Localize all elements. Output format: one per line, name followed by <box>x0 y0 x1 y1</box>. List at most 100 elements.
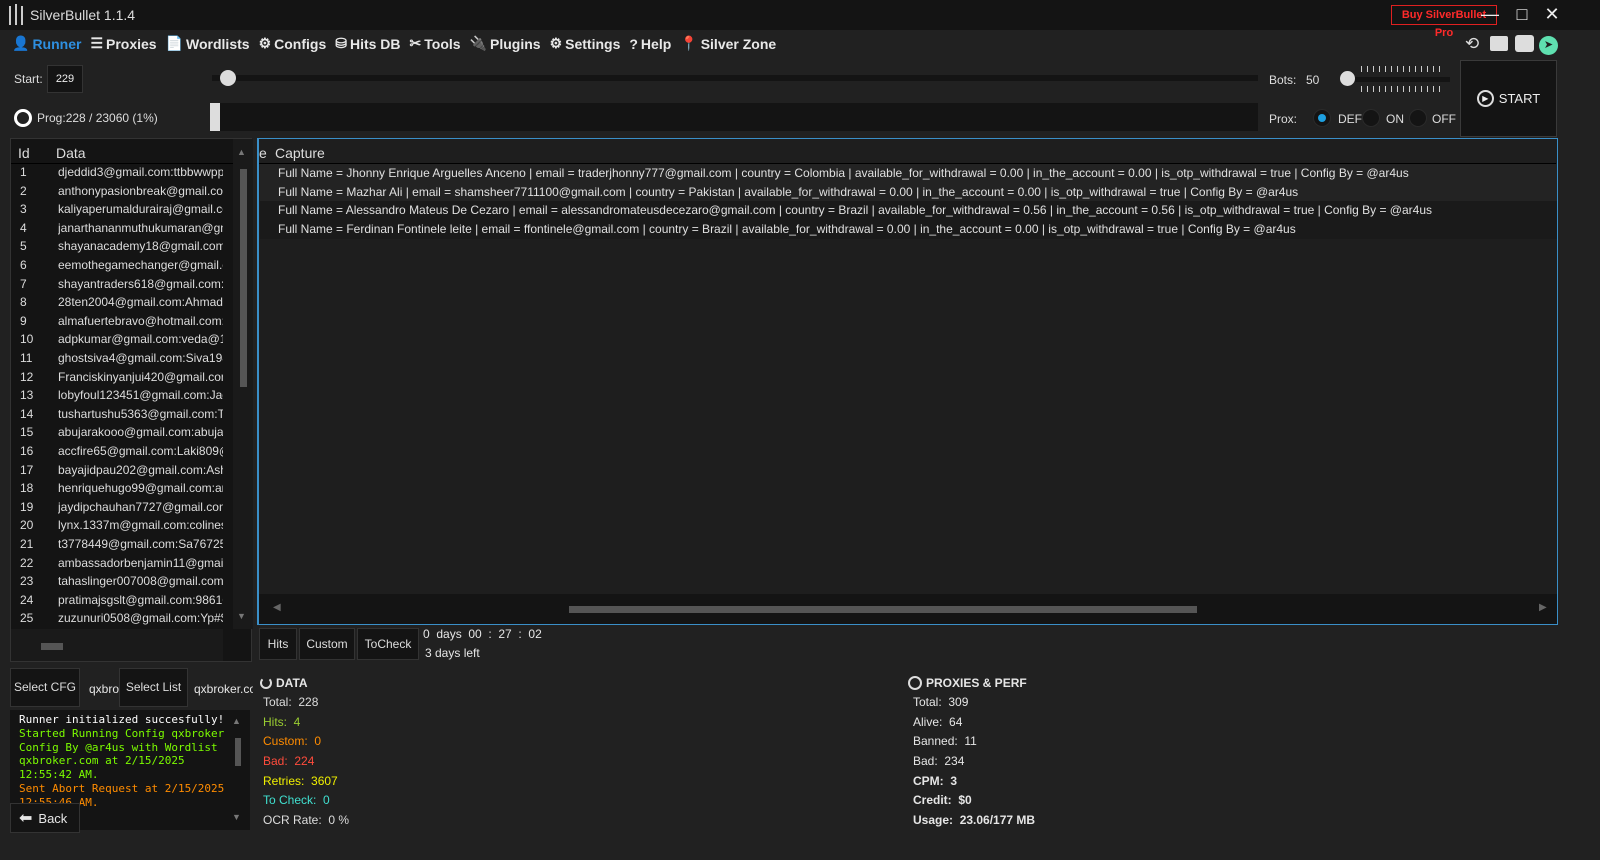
nav-tools[interactable]: ✂ Tools <box>410 35 461 52</box>
capture-row[interactable]: Full Name = Mazhar Ali | email = shamshe… <box>260 182 1557 202</box>
table-row[interactable]: 5 shayanacademy18@gmail.com: <box>11 239 223 258</box>
log-scroll-up[interactable]: ▲ <box>232 716 241 726</box>
row-id: 2 <box>20 183 27 198</box>
stat-label: Bad: <box>913 754 938 769</box>
table-row[interactable]: 8 28ten2004@gmail.com:Ahmad.7 <box>11 295 223 314</box>
table-row[interactable]: 11 ghostsiva4@gmail.com:Siva198 <box>11 351 223 370</box>
nav-label: Runner <box>32 35 82 52</box>
main-nav: 👤 Runner ☰ Proxies 📄 Wordlists ⚙ Configs ⛁ Hits D… <box>12 35 776 52</box>
row-id: 18 <box>20 481 34 496</box>
column-header-id[interactable]: Id <box>18 145 30 161</box>
bots-slider-thumb[interactable] <box>1340 71 1355 86</box>
stat-value: 309 <box>948 695 969 709</box>
table-row[interactable]: 20 lynx.1337m@gmail.com:colines <box>11 518 223 537</box>
log-scrollbar-thumb[interactable] <box>235 738 241 766</box>
table-row[interactable]: 7 shayantraders618@gmail.com:S <box>11 277 223 296</box>
select-cfg-button[interactable]: Select CFG <box>10 668 80 707</box>
table-row[interactable]: 1 djeddid3@gmail.com:ttbbwwpp <box>11 165 223 184</box>
table-row[interactable]: 16 accfire65@gmail.com:Laki809@ <box>11 444 223 463</box>
nav-configs[interactable]: ⚙ Configs <box>259 35 327 52</box>
nav-proxies[interactable]: ☰ Proxies <box>90 35 156 52</box>
tab-tocheck[interactable]: ToCheck <box>357 628 419 660</box>
log-scroll-down[interactable]: ▼ <box>232 812 241 822</box>
stat-value: 4 <box>293 714 301 729</box>
nav-silver-zone[interactable]: 📍 Silver Zone <box>680 35 776 52</box>
table-row[interactable]: 9 almafuertebravo@hotmail.com: <box>11 314 223 333</box>
table-row[interactable]: 12 Franciskinyanjui420@gmail.com <box>11 370 223 389</box>
row-id: 24 <box>20 592 34 607</box>
stat-label: Bad: <box>263 754 288 769</box>
minimize-icon[interactable]: — <box>1478 4 1502 25</box>
horizontal-scrollbar[interactable] <box>11 629 223 661</box>
tab-hits[interactable]: Hits <box>259 628 297 660</box>
start-slider[interactable] <box>212 75 1258 81</box>
camera-icon[interactable] <box>1490 36 1508 51</box>
prox-radio-on[interactable] <box>1362 109 1380 127</box>
start-button[interactable]: ▶ START <box>1460 60 1557 137</box>
bots-value: 50 <box>1306 73 1320 87</box>
nav-settings[interactable]: ⚙ Settings <box>550 35 621 52</box>
table-row[interactable]: 4 janarthananmuthukumaran@gm <box>11 221 223 240</box>
capture-row[interactable]: Full Name = Ferdinan Fontinele leite | e… <box>260 220 1557 239</box>
table-row[interactable]: 2 anthonypasionbreak@gmail.com <box>11 184 223 203</box>
table-row[interactable]: 23 tahaslinger007008@gmail.com: <box>11 574 223 593</box>
start-input[interactable]: 229 <box>47 65 83 93</box>
stat-label: Custom: <box>263 734 308 749</box>
proxies-section-title: PROXIES & PERF <box>926 676 1027 690</box>
row-id: 10 <box>20 332 34 347</box>
capture-row[interactable]: Full Name = Jhonny Enrique Arguelles Anc… <box>260 164 1557 183</box>
capture-row[interactable]: Full Name = Alessandro Mateus De Cezaro … <box>260 201 1557 220</box>
row-id: 23 <box>20 574 34 589</box>
row-data: ambassadorbenjamin11@gmail <box>58 555 223 570</box>
discord-icon[interactable] <box>1515 35 1534 52</box>
column-header-data[interactable]: Data <box>56 145 86 161</box>
telegram-icon[interactable]: ➤ <box>1539 36 1558 55</box>
stat-value: 3 <box>950 773 958 788</box>
bots-slider[interactable] <box>1354 77 1450 82</box>
row-data: janarthananmuthukumaran@gm <box>58 220 223 235</box>
progress-text: Prog:228 / 23060 (1%) <box>37 111 158 125</box>
column-header-fragment: e <box>259 145 267 161</box>
prox-radio-off[interactable] <box>1409 109 1427 127</box>
row-id: 6 <box>20 258 27 272</box>
capture-horizontal-scrollbar[interactable]: ◀ ▶ <box>259 594 1557 624</box>
table-row[interactable]: 21 t3778449@gmail.com:Sa767259 <box>11 537 223 556</box>
table-row[interactable]: 24 pratimajsgslt@gmail.com:98616 <box>11 593 223 612</box>
table-row[interactable]: 25 zuzunuri0508@gmail.com:Yp#$ <box>11 611 223 627</box>
nav-plugins[interactable]: 🔌 Plugins <box>470 35 541 52</box>
row-data: eemothegamechanger@gmail.c <box>58 258 223 272</box>
history-icon[interactable]: ⟲ <box>1465 34 1479 54</box>
maximize-icon[interactable]: □ <box>1510 4 1534 25</box>
vertical-scrollbar[interactable]: ▲ ▼ <box>233 139 253 629</box>
table-row[interactable]: 3 kaliyaperumaldurairaj@gmail.co <box>11 202 223 221</box>
table-row[interactable]: 19 jaydipchauhan7727@gmail.com <box>11 500 223 519</box>
column-header-capture[interactable]: Capture <box>275 145 325 161</box>
close-icon[interactable]: ✕ <box>1540 4 1564 25</box>
table-row[interactable]: 6 eemothegamechanger@gmail.c <box>11 258 223 277</box>
table-row[interactable]: 18 henriquehugo99@gmail.com:ar <box>11 481 223 500</box>
stat-retries: Retries: 3607 <box>263 772 349 792</box>
back-button[interactable]: ⬅ Back <box>10 803 80 833</box>
select-list-button[interactable]: Select List <box>119 668 188 707</box>
table-row[interactable]: 17 bayajidpau202@gmail.com:Ashi <box>11 463 223 482</box>
table-row[interactable]: 22 ambassadorbenjamin11@gmail <box>11 556 223 575</box>
table-row[interactable]: 14 tushartushu5363@gmail.com:Tu <box>11 407 223 426</box>
table-row[interactable]: 10 adpkumar@gmail.com:veda@19 <box>11 332 223 351</box>
nav-wordlists[interactable]: 📄 Wordlists <box>166 35 250 52</box>
start-slider-thumb[interactable] <box>220 70 236 86</box>
stat-value: 0 <box>314 734 322 749</box>
nav-hits-db[interactable]: ⛁ Hits DB <box>335 35 400 52</box>
row-data: anthonypasionbreak@gmail.com <box>58 183 223 198</box>
settings-icon: ⚙ <box>549 35 563 51</box>
table-row[interactable]: 13 lobyfoul123451@gmail.com:Jad <box>11 388 223 407</box>
stat-value: 3607 <box>311 773 338 788</box>
tab-custom[interactable]: Custom <box>299 628 355 660</box>
table-row[interactable]: 15 abujarakooo@gmail.com:abujar <box>11 425 223 444</box>
refresh-icon <box>260 677 272 689</box>
prox-off-label: OFF <box>1432 112 1456 126</box>
log-line: Runner initialized succesfully! <box>19 713 225 726</box>
nav-help[interactable]: ? Help <box>629 35 671 52</box>
row-id: 7 <box>20 276 27 291</box>
prox-radio-def[interactable] <box>1313 109 1331 127</box>
nav-runner[interactable]: 👤 Runner <box>12 35 81 52</box>
